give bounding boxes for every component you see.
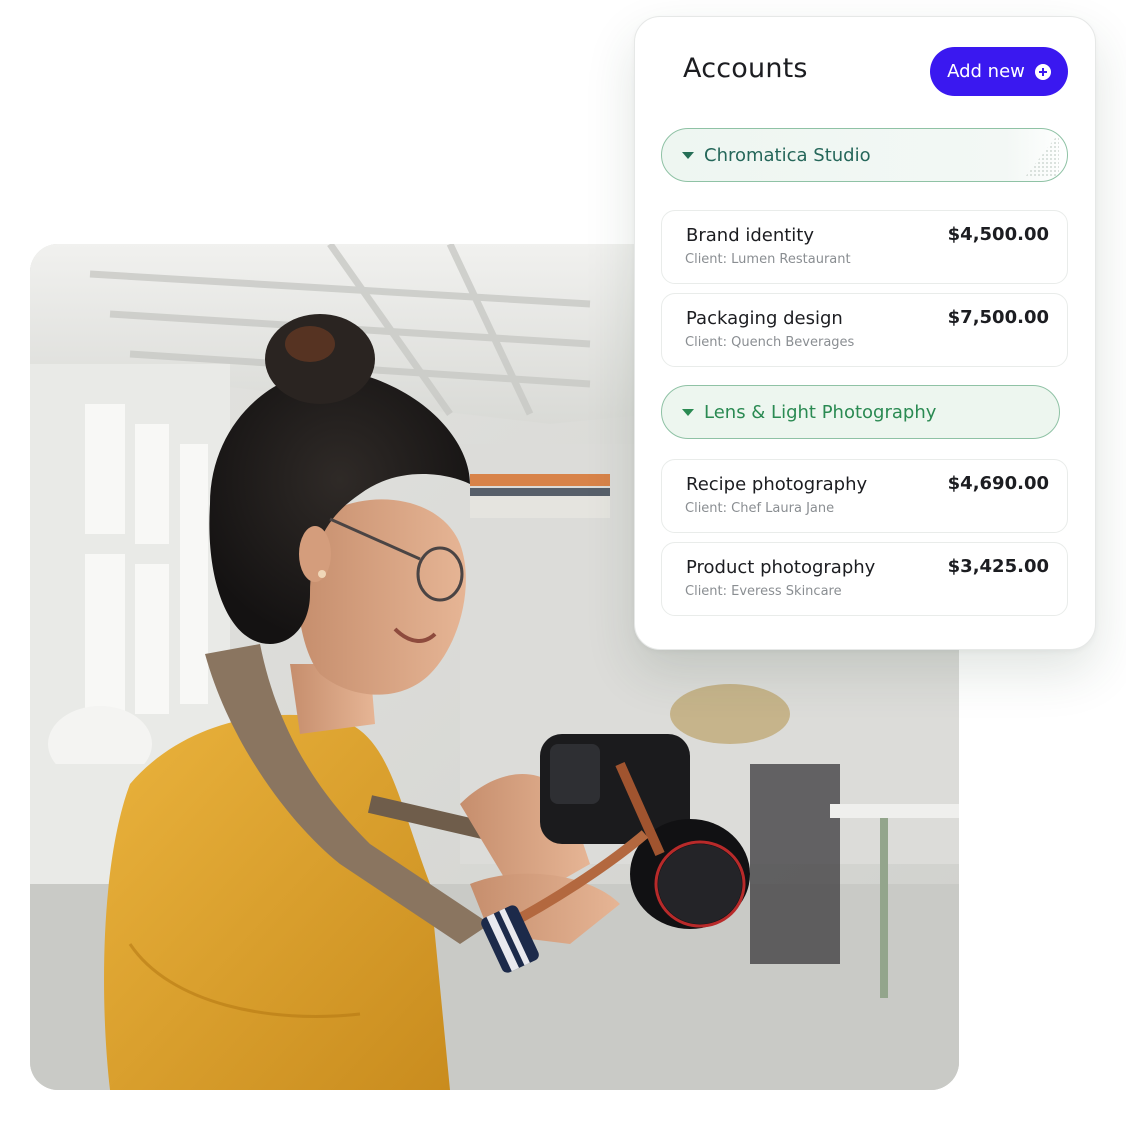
add-new-label: Add new <box>947 61 1025 82</box>
group-label: Chromatica Studio <box>704 144 871 166</box>
project-amount: $4,690.00 <box>947 473 1049 494</box>
project-name: Brand identity <box>686 225 815 246</box>
project-name: Product photography <box>686 557 876 578</box>
client-name: Client: Lumen Restaurant <box>685 252 851 267</box>
group-lens-light-photography[interactable]: Lens & Light Photography <box>661 385 1060 439</box>
group-label: Lens & Light Photography <box>704 401 937 423</box>
project-name: Packaging design <box>686 308 843 329</box>
group-chromatica-studio[interactable]: Chromatica Studio <box>661 128 1068 182</box>
client-name: Client: Quench Beverages <box>685 335 855 350</box>
page: Accounts Add new Chromatica Studio Brand… <box>0 0 1126 1126</box>
accounts-title: Accounts <box>683 53 808 84</box>
caret-down-icon <box>682 408 694 416</box>
account-item[interactable]: Brand identity Client: Lumen Restaurant … <box>661 210 1068 284</box>
project-name: Recipe photography <box>686 474 868 495</box>
caret-down-icon <box>682 151 694 159</box>
add-new-button[interactable]: Add new <box>930 47 1068 96</box>
account-item[interactable]: Recipe photography Client: Chef Laura Ja… <box>661 459 1068 533</box>
account-item[interactable]: Product photography Client: Everess Skin… <box>661 542 1068 616</box>
plus-circle-icon <box>1034 63 1051 80</box>
project-amount: $3,425.00 <box>947 556 1049 577</box>
client-name: Client: Chef Laura Jane <box>685 501 835 516</box>
project-amount: $7,500.00 <box>947 307 1049 328</box>
project-amount: $4,500.00 <box>947 224 1049 245</box>
accounts-card: Accounts Add new Chromatica Studio Brand… <box>634 16 1096 650</box>
account-item[interactable]: Packaging design Client: Quench Beverage… <box>661 293 1068 367</box>
client-name: Client: Everess Skincare <box>685 584 842 599</box>
